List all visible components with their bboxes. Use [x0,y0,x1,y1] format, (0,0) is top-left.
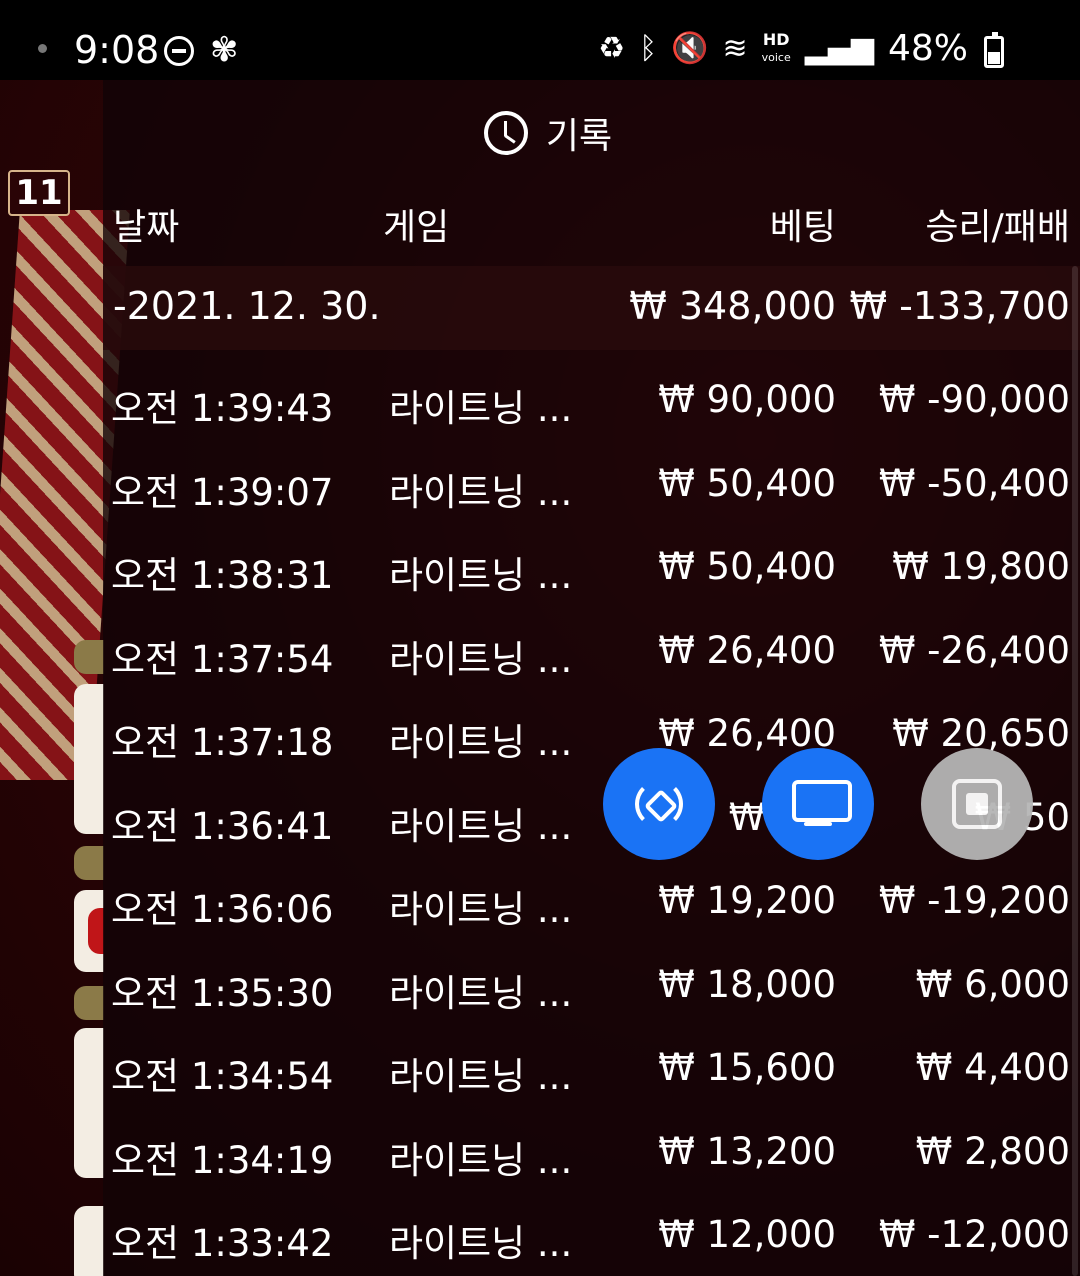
history-scrollbar[interactable] [1072,266,1078,1276]
notification-dot-icon [38,44,47,53]
row-bet: ₩ 12,000 [658,1213,836,1256]
row-bet: ₩ 26,400 [658,628,836,672]
history-row[interactable]: 오전 1:37:54 라이트닝 ... ₩ 26,400 ₩ -26,400 [103,609,1080,693]
screen-share-button[interactable] [762,748,874,860]
header-date: 날짜 [113,207,180,248]
row-game: 라이트닝 ... [389,1138,573,1182]
screen: { "status_bar": { "time": "9:08", "wifi_… [0,0,1080,1276]
row-result: ₩ 6,000 [915,962,1070,1006]
row-bet: ₩ 50,400 [658,545,836,588]
row-game: 라이트닝 ... [389,971,573,1015]
row-time: 오전 1:36:41 [111,804,334,848]
row-time: 오전 1:33:42 [111,1222,334,1265]
row-time: 오전 1:37:18 [111,721,334,764]
row-time: 오전 1:39:07 [111,470,334,514]
history-title: 기록 [103,108,993,158]
mute-icon: 🔇 [671,30,709,66]
row-game: 라이트닝 ... [389,554,573,597]
row-game: 라이트닝 ... [389,470,573,514]
row-result: ₩ -50,400 [878,461,1070,505]
stop-recording-button[interactable] [921,748,1033,860]
row-result: ₩ -90,000 [878,378,1070,421]
row-game: 라이트닝 ... [389,888,573,931]
row-bet: ₩ 18,000 [658,962,836,1006]
status-bar: 9:08 ✾ ♻ ᛒ 🔇 ≋ HD voice ▂▄▆ 48% [0,0,1080,80]
history-row[interactable]: 오전 1:39:07 라이트닝 ... ₩ 50,400 ₩ -50,400 [103,442,1080,526]
battery-percent: 48% [887,28,968,69]
row-game: 라이트닝 ... [389,1222,573,1265]
row-time: 오전 1:36:06 [111,888,334,931]
row-result: ₩ 4,400 [915,1046,1070,1089]
row-result: ₩ 2,800 [915,1129,1070,1173]
hd-voice-icon: HD voice [761,29,791,66]
row-time: 오전 1:34:54 [111,1055,334,1098]
bg-chip [74,986,104,1020]
signal-icon: ▂▄▆ [804,30,874,66]
header-result: 승리/패배 [925,207,1070,248]
history-row[interactable]: 오전 1:34:54 라이트닝 ... ₩ 15,600 ₩ 4,400 [103,1026,1080,1110]
row-result: ₩ -26,400 [878,628,1070,672]
row-bet: ₩ 50,400 [658,461,836,505]
do-not-disturb-icon [164,36,194,66]
bg-chip [88,908,104,954]
row-bet: ₩ 13,200 [658,1129,836,1173]
battery-icon [984,32,1004,68]
stop-icon [952,779,1002,829]
hd-label: HD [762,29,790,49]
monitor-icon [792,780,852,828]
round-badge: 11 [8,170,70,216]
bg-chip [74,1206,104,1276]
row-game: 라이트닝 ... [389,804,573,848]
history-row[interactable]: 오전 1:38:31 라이트닝 ... ₩ 50,400 ₩ 19,800 [103,525,1080,609]
row-time: 오전 1:37:54 [111,637,334,681]
history-row[interactable]: 오전 1:34:19 라이트닝 ... ₩ 13,200 ₩ 2,800 [103,1110,1080,1194]
header-game: 게임 [383,207,450,248]
fan-icon: ✾ [210,30,239,70]
header-bet: 베팅 [769,207,836,248]
bg-chip [74,684,104,834]
history-clock-icon [483,111,528,155]
history-row[interactable]: 오전 1:37:18 라이트닝 ... ₩ 26,400 ₩ 20,650 [103,692,1080,776]
date-group-bet: ₩ 348,000 [629,284,836,328]
date-group-row[interactable]: -2021. 12. 30. ₩ 348,000 ₩ -133,700 [103,266,1080,350]
row-bet: ₩ 15,600 [658,1046,836,1089]
voice-label: voice [761,50,791,64]
row-result: ₩ 19,800 [892,545,1070,588]
date-group-result: ₩ -133,700 [849,284,1070,328]
row-result: ₩ -19,200 [878,879,1070,922]
recycle-battery-icon: ♻ [598,30,626,66]
history-row[interactable]: 오전 1:39:43 라이트닝 ... ₩ 90,000 ₩ -90,000 [103,358,1080,442]
bg-chip [74,640,104,674]
bg-chip [74,846,104,880]
wifi-icon: ≋ [722,30,748,66]
row-time: 오전 1:34:19 [111,1138,334,1182]
row-game: 라이트닝 ... [389,1055,573,1098]
rotate-icon [635,780,683,828]
bg-chip [74,1028,104,1178]
row-time: 오전 1:39:43 [111,387,334,430]
row-bet: ₩ 19,200 [658,879,836,922]
history-row[interactable]: 오전 1:36:06 라이트닝 ... ₩ 19,200 ₩ -19,200 [103,859,1080,943]
rotate-screen-button[interactable] [603,748,715,860]
row-game: 라이트닝 ... [389,637,573,681]
row-time: 오전 1:38:31 [111,554,334,597]
row-result: ₩ -12,000 [878,1213,1070,1256]
history-row[interactable]: 오전 1:33:42 라이트닝 ... ₩ 12,000 ₩ -12,000 [103,1193,1080,1276]
column-header: 날짜 게임 베팅 승리/패배 [103,198,1080,258]
bluetooth-icon: ᛒ [639,30,658,66]
row-game: 라이트닝 ... [389,387,573,430]
row-bet: ₩ 90,000 [658,378,836,421]
history-title-text: 기록 [545,116,613,157]
row-game: 라이트닝 ... [389,721,573,764]
status-time: 9:08 [74,28,160,72]
history-panel: 기록 날짜 게임 베팅 승리/패배 -2021. 12. 30. ₩ 348,0… [103,80,1080,1276]
row-time: 오전 1:35:30 [111,971,334,1015]
date-group-label: -2021. 12. 30. [113,284,381,328]
history-row[interactable]: 오전 1:35:30 라이트닝 ... ₩ 18,000 ₩ 6,000 [103,943,1080,1027]
status-icons: ♻ ᛒ 🔇 ≋ HD voice ▂▄▆ 48% [598,28,1006,69]
